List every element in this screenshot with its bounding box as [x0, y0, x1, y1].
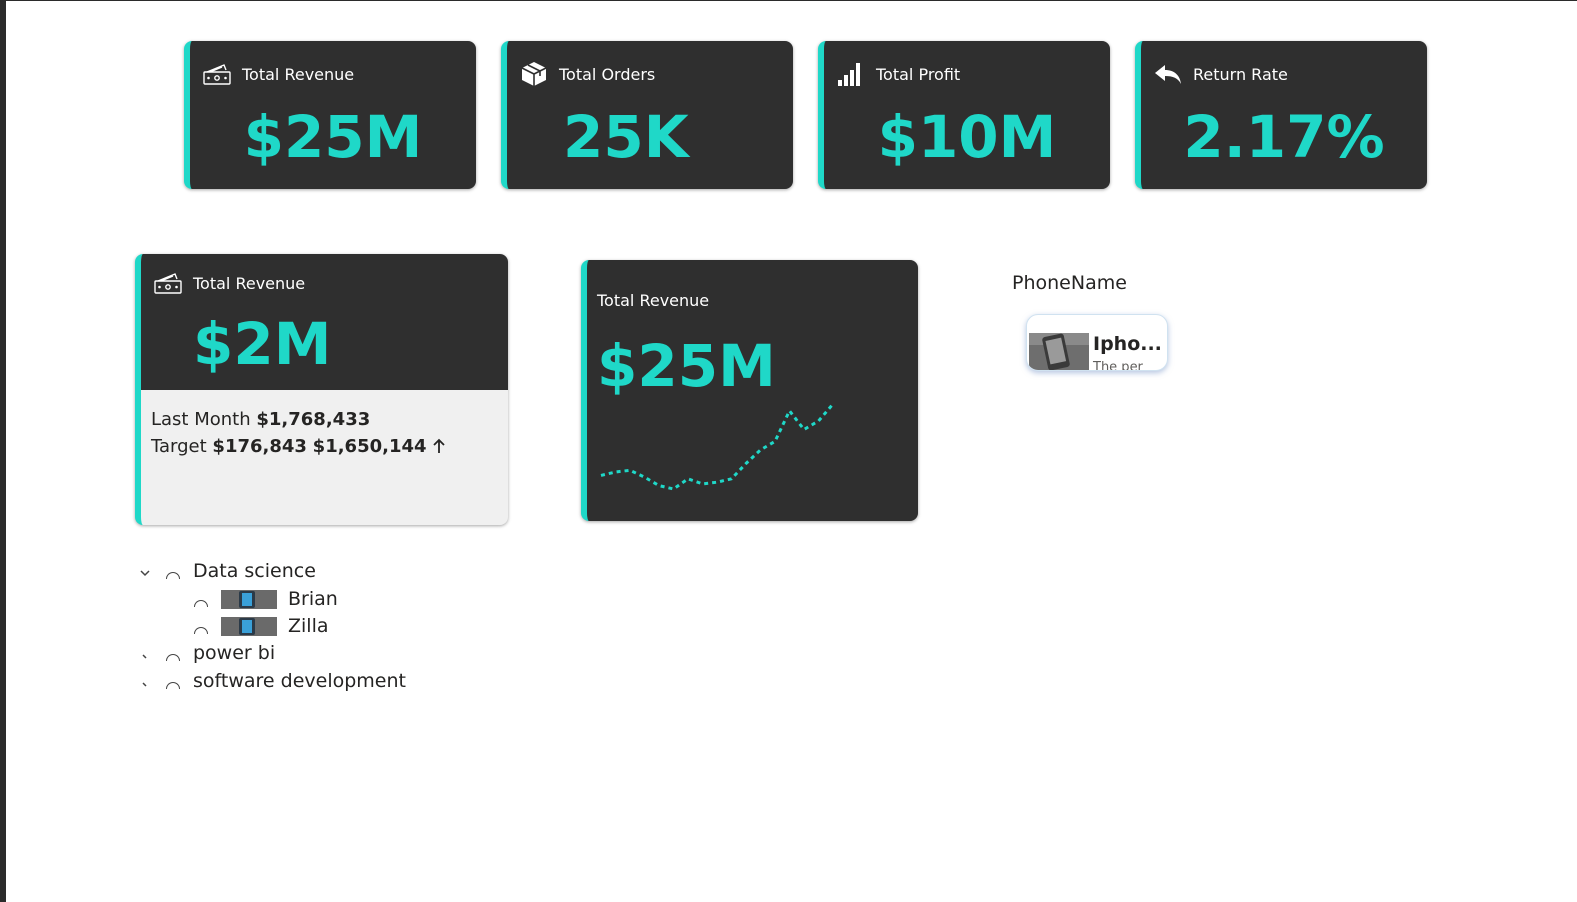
tree-select-radio[interactable] — [166, 681, 180, 689]
kpi-title: Total Profit — [876, 64, 961, 84]
target-line: Target $176,843 $1,650,144 — [151, 436, 446, 457]
revenue-target-header: Total Revenue $2M — [141, 254, 508, 390]
phone-thumbnail — [221, 589, 277, 609]
tree-group-software-development[interactable]: software development — [138, 670, 406, 692]
target-actual-value: $1,650,144 — [312, 436, 427, 457]
window-top-border — [0, 0, 1577, 1]
reply-arrow-icon — [1153, 61, 1183, 87]
card-value: $2M — [193, 310, 332, 378]
money-icon — [202, 61, 232, 87]
bar-signal-icon — [836, 61, 866, 87]
last-month-label: Last Month — [151, 409, 251, 430]
tree-select-radio[interactable] — [194, 599, 208, 607]
package-icon — [519, 61, 549, 87]
chevron-right-icon[interactable] — [138, 646, 152, 660]
tree-select-radio[interactable] — [194, 626, 208, 634]
revenue-sparkline-card[interactable]: Total Revenue $25M — [581, 260, 918, 521]
kpi-card-return-rate[interactable]: Return Rate 2.17% — [1135, 41, 1427, 189]
tree-group-label: Data science — [193, 560, 316, 582]
kpi-value: $10M — [877, 103, 1057, 171]
tree-item-label: Brian — [288, 588, 338, 610]
tree-item-label: Zilla — [288, 615, 329, 637]
money-icon — [153, 270, 183, 296]
revenue-sparkline — [600, 403, 835, 491]
kpi-value: 2.17% — [1183, 103, 1385, 171]
target-value: $176,843 — [212, 436, 307, 457]
window-left-border — [0, 0, 6, 902]
phone-name-chip[interactable]: Ipho... The per — [1026, 314, 1168, 371]
kpi-title: Total Revenue — [242, 64, 355, 84]
revenue-target-card[interactable]: Total Revenue $2M Last Month $1,768,433 … — [135, 254, 508, 525]
phone-chip-name: Ipho... — [1093, 333, 1162, 355]
chevron-right-icon[interactable] — [138, 674, 152, 688]
kpi-value: $25M — [243, 103, 423, 171]
kpi-title: Return Rate — [1193, 64, 1288, 84]
tree-select-radio[interactable] — [166, 571, 180, 579]
tree-group-power-bi[interactable]: power bi — [138, 642, 275, 664]
card-title: Total Revenue — [193, 273, 306, 293]
kpi-card-total-revenue[interactable]: Total Revenue $25M — [184, 41, 476, 189]
tree-item-brian[interactable]: Brian — [194, 588, 338, 610]
kpi-value: 25K — [563, 103, 689, 171]
tree-group-label: software development — [193, 670, 406, 692]
phone-thumbnail — [221, 616, 277, 636]
kpi-card-total-orders[interactable]: Total Orders 25K — [501, 41, 793, 189]
card-title: Total Revenue — [597, 291, 710, 310]
arrow-up-icon — [432, 438, 446, 454]
last-month-line: Last Month $1,768,433 — [151, 409, 370, 430]
target-label: Target — [151, 436, 207, 457]
kpi-card-total-profit[interactable]: Total Profit $10M — [818, 41, 1110, 189]
tree-group-label: power bi — [193, 642, 276, 664]
tree-item-zilla[interactable]: Zilla — [194, 615, 329, 637]
sparkline-series — [600, 403, 835, 491]
phone-name-slicer-title: PhoneName — [1012, 272, 1127, 294]
tree-select-radio[interactable] — [166, 653, 180, 661]
tree-group-data-science[interactable]: Data science — [138, 560, 316, 582]
kpi-title: Total Orders — [559, 64, 656, 84]
phone-chip-subtitle: The per — [1093, 360, 1143, 371]
card-value: $25M — [597, 332, 776, 400]
last-month-value: $1,768,433 — [256, 409, 371, 430]
chevron-down-icon[interactable] — [138, 564, 152, 578]
phone-thumbnail — [1029, 333, 1089, 370]
